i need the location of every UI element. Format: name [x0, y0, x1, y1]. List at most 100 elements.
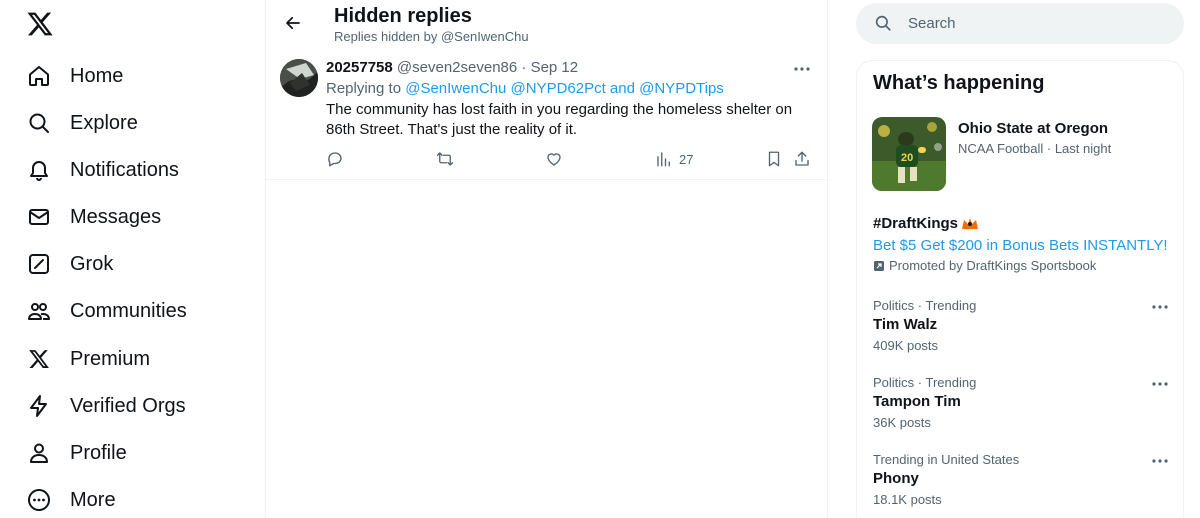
like-button[interactable]: [545, 149, 563, 169]
more-horizontal-icon: [1152, 459, 1168, 463]
tweet-more-button[interactable]: [790, 61, 814, 77]
views-button[interactable]: 27: [655, 149, 693, 169]
nav-premium[interactable]: Premium: [14, 337, 162, 381]
grok-icon: [26, 251, 52, 277]
lightning-icon: [26, 393, 52, 419]
replying-to: Replying to @SenIwenChu @NYPD62Pct and @…: [326, 80, 724, 97]
nav-grok[interactable]: Grok: [14, 242, 125, 286]
nav-more[interactable]: More: [14, 478, 128, 518]
nav-communities[interactable]: Communities: [14, 289, 199, 333]
promoted-hashtag-label: #DraftKings: [873, 215, 959, 232]
search-icon: [26, 110, 52, 136]
views-chart-icon: [657, 152, 670, 167]
repost-icon: [436, 152, 454, 166]
views-count: 27: [679, 151, 694, 167]
home-icon: [26, 63, 52, 89]
trend-item[interactable]: Politics · Trending Tim Walz 409K posts: [857, 298, 1183, 364]
repost-button[interactable]: [436, 149, 454, 169]
trend-name: Phony: [873, 470, 919, 487]
replying-prefix: Replying to: [326, 80, 406, 97]
bookmark-button[interactable]: [765, 149, 783, 169]
avatar-image: [280, 59, 318, 97]
replying-to-links[interactable]: @SenIwenChu @NYPD62Pct and @NYPDTips: [405, 80, 724, 97]
avatar[interactable]: [280, 59, 318, 97]
search-box[interactable]: [856, 3, 1184, 44]
news-meta: NCAA Football · Last night: [958, 141, 1112, 156]
trend-posts: 409K posts: [873, 338, 939, 353]
reply-icon: [328, 152, 342, 167]
trend-context: Trending in United States: [873, 452, 1020, 467]
trend-more-button[interactable]: [1149, 377, 1171, 391]
tweet-date[interactable]: Sep 12: [531, 59, 579, 76]
nav-messages[interactable]: Messages: [14, 195, 173, 239]
more-horizontal-icon: [1152, 382, 1168, 386]
back-arrow-icon: [286, 16, 300, 30]
more-horizontal-icon: [794, 67, 810, 71]
more-circle-icon: [26, 487, 52, 513]
bookmark-icon: [768, 151, 780, 167]
nav-notifications-label: Notifications: [70, 158, 179, 181]
envelope-icon: [26, 204, 52, 230]
svg-text:20: 20: [901, 152, 913, 164]
main-column: Hidden replies Replies hidden by @SenIwe…: [266, 0, 827, 518]
nav-explore-label: Explore: [70, 111, 138, 134]
nav-communities-label: Communities: [70, 299, 187, 322]
nav-explore[interactable]: Explore: [14, 101, 150, 145]
trend-posts: 18.1K posts: [873, 492, 942, 507]
share-icon: [795, 151, 809, 166]
promoted-by: Promoted by DraftKings Sportsbook: [873, 258, 1096, 273]
tweet-text: The community has lost faith in you rega…: [326, 101, 793, 138]
nav-verified-orgs[interactable]: Verified Orgs: [14, 384, 198, 428]
trend-name: Tampon Tim: [873, 393, 961, 410]
whats-happening-panel: What’s happening 20 Ohio State at Oregon…: [856, 60, 1184, 518]
people-icon: [26, 298, 52, 324]
more-horizontal-icon: [1152, 305, 1168, 309]
search-icon: [874, 14, 892, 37]
x-logo-icon[interactable]: [26, 10, 54, 38]
nav-grok-label: Grok: [70, 252, 114, 275]
trend-item[interactable]: Politics · Trending Tampon Tim 36K posts: [857, 375, 1183, 441]
column-divider: [827, 0, 828, 518]
tweet-separator: ·: [521, 59, 527, 76]
search-input[interactable]: [908, 3, 1168, 44]
trend-more-button[interactable]: [1149, 300, 1171, 314]
trend-posts: 36K posts: [873, 415, 931, 430]
football-photo: 20: [872, 117, 946, 191]
nav-more-label: More: [70, 488, 116, 511]
trend-context: Politics · Trending: [873, 298, 977, 313]
news-thumbnail[interactable]: 20: [872, 117, 946, 191]
bell-icon: [26, 157, 52, 183]
nav-messages-label: Messages: [70, 205, 162, 228]
nav-premium-label: Premium: [70, 347, 151, 370]
nav-profile-label: Profile: [70, 441, 127, 464]
reply-button[interactable]: [326, 149, 344, 169]
left-navigation: Home Explore Notifications Messages Grok…: [0, 0, 266, 518]
promoted-by-label: Promoted by DraftKings Sportsbook: [889, 258, 1097, 273]
nav-verified-orgs-label: Verified Orgs: [70, 394, 186, 417]
person-icon: [26, 440, 52, 466]
nav-profile[interactable]: Profile: [14, 431, 139, 475]
draftkings-crown-icon: [962, 217, 979, 229]
promoted-text[interactable]: Bet $5 Get $200 in Bonus Bets INSTANTLY!: [873, 237, 1168, 254]
news-title[interactable]: Ohio State at Oregon: [958, 120, 1108, 137]
x-logo-icon: [26, 346, 52, 372]
page-subtitle: Replies hidden by @SenIwenChu: [334, 29, 529, 44]
trend-name: Tim Walz: [873, 316, 938, 333]
trend-more-button[interactable]: [1149, 454, 1171, 468]
back-button[interactable]: [278, 8, 308, 38]
trends-title: What’s happening: [873, 72, 1045, 94]
nav-home-label: Home: [70, 64, 124, 87]
trend-context: Politics · Trending: [873, 375, 977, 390]
heart-icon: [547, 153, 561, 166]
nav-notifications[interactable]: Notifications: [14, 148, 191, 192]
tweet-header: 20257758 @seven2seven86 · Sep 12: [326, 59, 578, 76]
trend-item[interactable]: Trending in United States Phony 18.1K po…: [857, 452, 1183, 518]
tweet-author-handle[interactable]: @seven2seven86: [397, 59, 517, 76]
tweet[interactable]: 20257758 @seven2seven86 · Sep 12 Replyin…: [266, 51, 827, 180]
page-title: Hidden replies: [334, 5, 472, 27]
tweet-author-name[interactable]: 20257758: [326, 59, 393, 76]
nav-home[interactable]: Home: [14, 54, 135, 98]
promoted-hashtag[interactable]: #DraftKings: [873, 215, 979, 232]
promoted-icon: [874, 260, 884, 271]
share-button[interactable]: [793, 149, 811, 169]
